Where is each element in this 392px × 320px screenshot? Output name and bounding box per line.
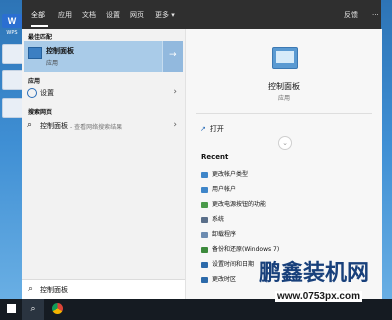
wps-desktop-icon[interactable]: W <box>2 14 22 28</box>
recent-item-label: 更改电源按钮的功能 <box>212 201 267 208</box>
tab-settings[interactable]: 设置 <box>106 10 120 20</box>
watermark-text: 鹏鑫装机网 <box>259 261 370 286</box>
recent-item-label: 系统 <box>212 216 225 223</box>
gear-icon <box>27 88 37 98</box>
windows-logo-icon <box>6 304 16 313</box>
start-button[interactable] <box>0 299 22 320</box>
preview-subtitle: 应用 <box>277 95 290 102</box>
control-panel-large-icon <box>272 47 298 69</box>
web-result-hint: - 查看网络搜索结果 <box>70 124 123 131</box>
user-accounts-icon <box>201 186 208 193</box>
recent-item-label: 设置时间和日期 <box>212 261 255 268</box>
recent-item-label: 更改帐户类型 <box>212 171 249 178</box>
chevron-right-icon: › <box>173 120 177 130</box>
open-label: 打开 <box>209 125 224 133</box>
divider <box>196 113 372 114</box>
tab-web[interactable]: 网页 <box>130 10 144 20</box>
chevron-down-icon: ▾ <box>171 11 175 19</box>
search-taskbar-button[interactable]: ⌕ <box>22 299 44 320</box>
clock-icon <box>201 261 208 268</box>
recent-item[interactable]: 更改电源按钮的功能 <box>201 199 266 208</box>
tab-all[interactable]: 全部 <box>31 10 45 20</box>
tab-documents[interactable]: 文档 <box>82 10 96 20</box>
web-result-label: 控制面板 <box>40 122 68 130</box>
search-icon: ⌕ <box>30 304 36 314</box>
best-match-heading: 最佳匹配 <box>28 34 53 41</box>
best-match-label: 控制面板 <box>46 47 74 55</box>
expand-chevron-icon[interactable]: ⌄ <box>278 136 292 150</box>
control-panel-icon <box>28 47 42 59</box>
app-result-settings[interactable]: 设置 › <box>22 86 185 100</box>
results-list: 最佳匹配 控制面板 应用 → 应用 设置 › 搜索网页 ⌕ 控制面板 - 查看网… <box>22 29 185 279</box>
backup-icon <box>201 246 208 253</box>
active-tab-indicator <box>31 25 48 27</box>
best-match-subtitle: 应用 <box>46 60 59 67</box>
power-options-icon <box>201 201 208 208</box>
recent-item[interactable]: 系统 <box>201 214 224 223</box>
chrome-icon <box>51 303 63 314</box>
open-arrow-button[interactable]: → <box>162 41 183 72</box>
web-result-item[interactable]: ⌕ 控制面板 - 查看网络搜索结果 › <box>22 119 185 133</box>
open-icon: ↗ <box>200 125 206 133</box>
arrow-right-icon: → <box>169 50 177 60</box>
search-icon: ⌕ <box>27 120 33 130</box>
tab-more[interactable]: 更多 ▾ <box>155 10 175 20</box>
system-icon <box>201 216 208 223</box>
search-box[interactable]: ⌕ 控制面板 <box>22 279 185 300</box>
recent-item-label: 用户帐户 <box>212 186 237 193</box>
settings-label: 设置 <box>40 89 54 97</box>
search-icon: ⌕ <box>28 284 34 294</box>
feedback-link[interactable]: 反馈 <box>344 10 358 20</box>
more-options-button[interactable]: ··· <box>372 10 379 20</box>
programs-icon <box>201 231 208 238</box>
recent-item[interactable]: 用户帐户 <box>201 184 236 193</box>
web-search-heading: 搜索网页 <box>28 109 53 116</box>
tab-more-label: 更多 <box>155 11 169 19</box>
recent-item[interactable]: 卸载程序 <box>201 229 236 238</box>
recent-item[interactable]: 更改帐户类型 <box>201 169 248 178</box>
watermark-url: www.0753px.com <box>275 291 362 302</box>
chevron-right-icon: › <box>173 87 177 97</box>
recent-item-label: 更改时区 <box>212 276 237 283</box>
preview-title: 控制面板 <box>268 82 300 91</box>
search-tabbar: 全部 应用 文档 设置 网页 更多 ▾ 反馈 ··· <box>22 0 381 29</box>
watermark: 鹏鑫装机网 www.0753px.com <box>253 247 392 320</box>
chrome-taskbar-button[interactable] <box>46 299 68 320</box>
best-match-item[interactable]: 控制面板 应用 → <box>24 41 183 72</box>
search-input[interactable]: 控制面板 <box>40 285 68 295</box>
tab-apps[interactable]: 应用 <box>58 10 72 20</box>
recent-item-label: 卸载程序 <box>212 231 237 238</box>
open-action[interactable]: ↗ 打开 <box>200 124 224 134</box>
recent-item[interactable]: 更改时区 <box>201 274 236 283</box>
desktop-icon-label: WPS <box>6 30 18 36</box>
recent-heading: Recent <box>201 153 229 161</box>
user-accounts-icon <box>201 171 208 178</box>
recent-item[interactable]: 设置时间和日期 <box>201 259 254 268</box>
apps-heading: 应用 <box>28 78 41 85</box>
clock-icon <box>201 276 208 283</box>
